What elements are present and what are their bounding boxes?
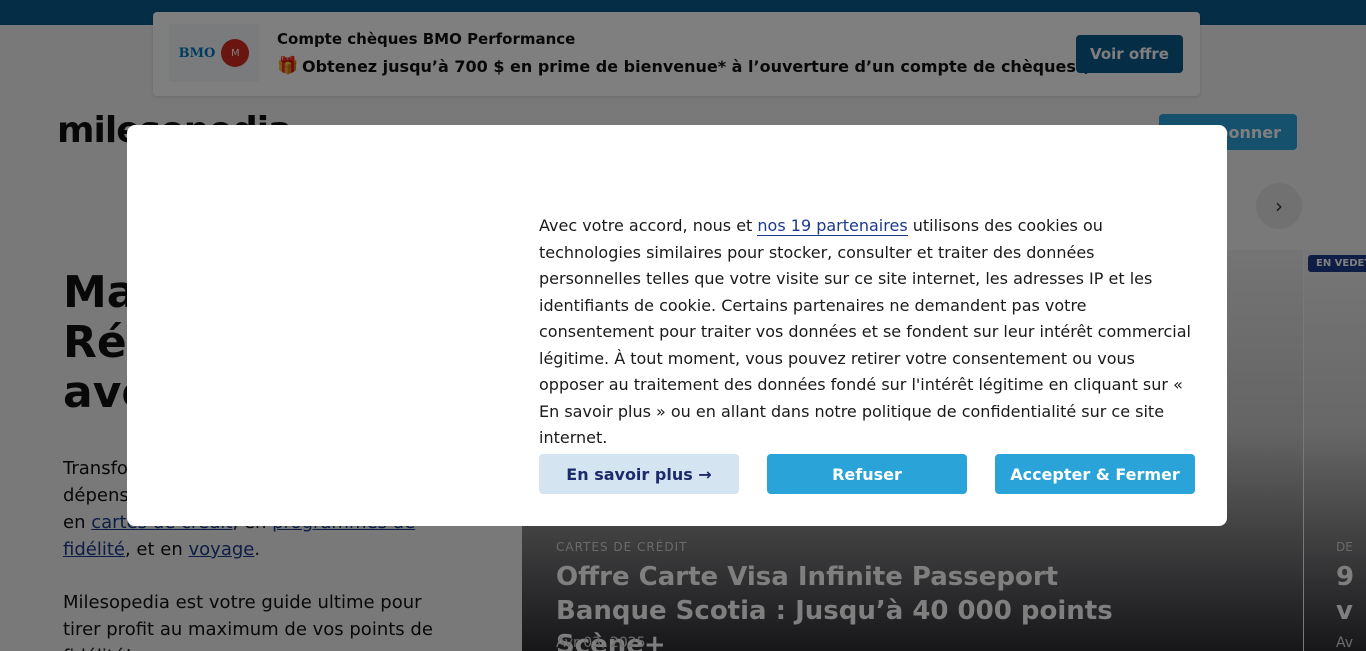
refuse-button[interactable]: Refuser — [767, 454, 967, 494]
consent-text-body: utilisons des cookies ou technologies si… — [539, 216, 1191, 447]
consent-text: Avec votre accord, nous et nos 19 parten… — [539, 213, 1199, 452]
partners-link[interactable]: nos 19 partenaires — [757, 216, 908, 236]
cookie-consent-dialog: Avec votre accord, nous et nos 19 parten… — [127, 125, 1227, 526]
consent-text-intro: Avec votre accord, nous et — [539, 216, 758, 235]
accept-close-button[interactable]: Accepter & Fermer — [995, 454, 1195, 494]
learn-more-button[interactable]: En savoir plus → — [539, 454, 739, 494]
